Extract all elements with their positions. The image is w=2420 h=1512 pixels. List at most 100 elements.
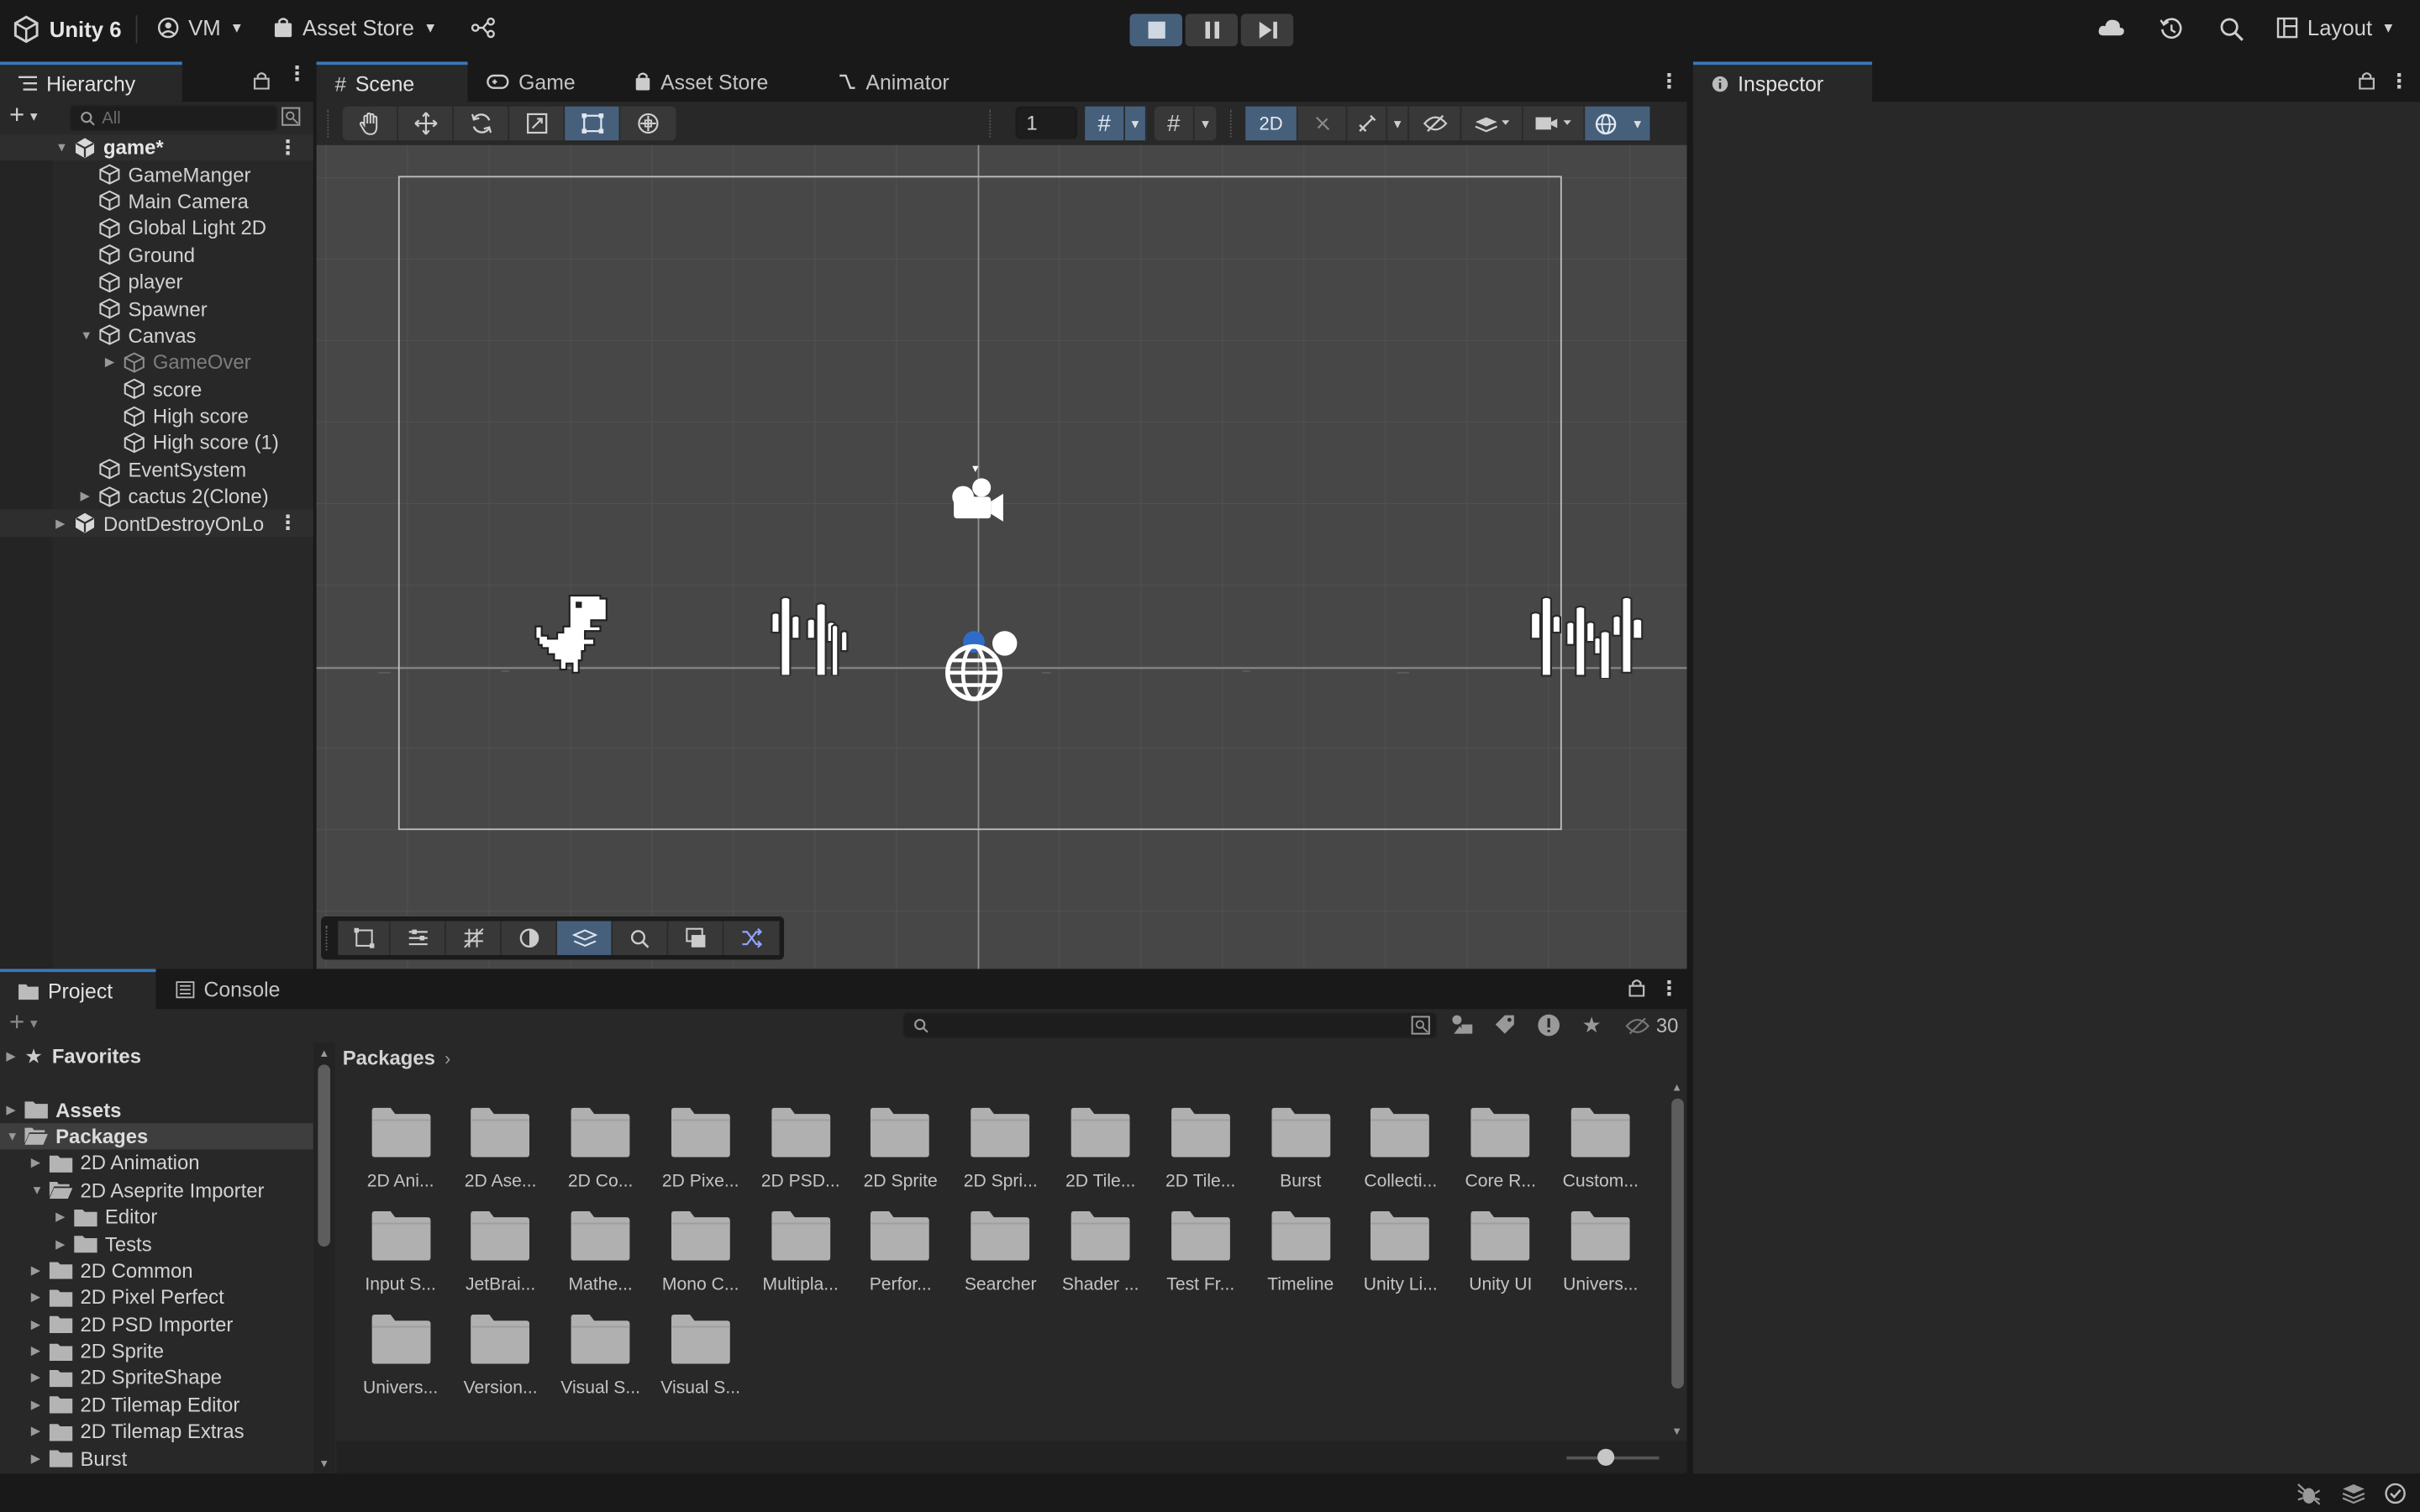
project-tree-item[interactable]: ▶ Burst [0,1445,313,1472]
lock-icon[interactable] [2359,71,2375,90]
gizmos-dropdown[interactable]: ▼ [1625,106,1650,141]
expand-arrow-icon[interactable]: ▼ [81,328,99,343]
toggle-2d-button[interactable]: 2D [1245,106,1298,141]
drag-handle[interactable] [989,109,992,138]
scroll-up-icon[interactable]: ▲ [313,1049,335,1060]
light-globe-gizmo-icon[interactable] [937,627,1023,704]
project-tree-item[interactable]: ▼ 2D Aseprite Importer [0,1177,313,1204]
more-options-icon[interactable]: ⋮ [287,63,308,83]
drag-handle[interactable] [325,926,332,951]
account-dropdown[interactable]: VM ▼ [157,15,244,40]
expand-arrow-icon[interactable]: ▶ [55,1236,74,1251]
project-tree-item[interactable]: ▶ 2D Pixel Perfect [0,1284,313,1310]
dontdestroy-row[interactable]: ▶ DontDestroyOnLo ⋮ [0,509,313,537]
expand-arrow-icon[interactable]: ▶ [31,1371,50,1385]
expand-arrow-icon[interactable]: ▶ [55,517,74,531]
package-folder[interactable]: JetBrai... [450,1210,550,1294]
project-tree-item[interactable]: ▶ ★ Favorites [0,1043,313,1070]
hierarchy-item[interactable]: player [0,269,313,296]
tab-inspector[interactable]: Inspector [1692,61,1872,102]
project-tree-item[interactable]: ▼ Packages [0,1122,313,1150]
expand-arrow-icon[interactable]: ▶ [6,1049,24,1063]
project-tree-item[interactable]: ▶ 2D Common [0,1257,313,1284]
hierarchy-item[interactable]: ▶ GameOver [0,349,313,375]
expand-arrow-icon[interactable]: ▶ [105,355,124,370]
overlay-shading-tool[interactable] [501,921,558,955]
hierarchy-item[interactable]: ▼ Canvas [0,322,313,349]
package-folder[interactable]: Visual S... [650,1314,750,1398]
camera-gizmo-icon[interactable] [941,459,1018,530]
project-tree-item[interactable]: ▶ Assets [0,1096,313,1123]
expand-arrow-icon[interactable]: ▶ [31,1263,50,1278]
history-icon[interactable] [2160,17,2184,41]
hierarchy-item[interactable]: EventSystem [0,456,313,483]
scroll-thumb[interactable] [1670,1098,1683,1389]
package-folder[interactable]: 2D Sprite [850,1107,950,1191]
effects-toggle[interactable] [1347,106,1388,141]
rect-tool[interactable] [565,106,621,141]
favorite-star-icon[interactable]: ★ [1582,1012,1602,1038]
cloud-icon[interactable] [2097,17,2125,39]
grid-visibility-button[interactable]: # [1085,106,1125,141]
package-folder[interactable]: Unity Li... [1350,1210,1450,1294]
project-tree-item[interactable]: ▶ 2D PSD Importer [0,1310,313,1337]
scroll-down-icon[interactable]: ▼ [313,1460,335,1471]
visibility-toggle[interactable] [1409,106,1462,141]
search-icon[interactable] [2219,17,2244,41]
tab-animator[interactable]: Animator [819,61,967,102]
project-search-input[interactable] [902,1011,1437,1039]
hierarchy-item[interactable]: High score [0,402,313,429]
more-options-icon[interactable]: ⋮ [1659,977,1679,1001]
overlay-search-tool[interactable] [613,921,669,955]
expand-arrow-icon[interactable]: ▼ [6,1129,24,1143]
camera-dropdown[interactable] [1523,106,1586,141]
package-folder[interactable]: 2D Tile... [1150,1107,1250,1191]
package-folder[interactable]: 2D Ase... [450,1107,550,1191]
layers-dropdown[interactable] [1461,106,1523,141]
project-tree-item[interactable]: ▶ Tests [0,1231,313,1257]
tab-asset-store[interactable]: Asset Store [616,61,786,102]
project-tree-item[interactable]: ▶ 2D Animation [0,1150,313,1177]
expand-arrow-icon[interactable]: ▶ [6,1102,24,1116]
scale-tool[interactable] [509,106,566,141]
expand-arrow-icon[interactable]: ▶ [31,1425,50,1439]
dinosaur-player-sprite[interactable] [529,592,610,675]
package-folder[interactable]: Mathe... [550,1210,650,1294]
cactus-clone-sprite[interactable] [1523,592,1660,680]
expand-arrow-icon[interactable]: ▶ [55,1210,74,1224]
more-options-icon[interactable]: ⋮ [278,135,298,160]
expand-arrow-icon[interactable]: ▶ [31,1398,50,1412]
package-folder[interactable]: Shader ... [1050,1210,1150,1294]
hierarchy-item[interactable]: Spawner [0,295,313,322]
package-folder[interactable]: Input S... [350,1210,450,1294]
cache-server-icon[interactable] [2341,1483,2365,1504]
package-folder[interactable]: Univers... [350,1314,450,1398]
scene-viewport[interactable] [316,144,1687,973]
scroll-down-icon[interactable]: ▼ [1667,1427,1687,1438]
package-folder[interactable]: Custom... [1550,1107,1650,1191]
step-button[interactable] [1240,13,1294,47]
project-create-dropdown[interactable]: + ▼ [9,1009,39,1035]
hierarchy-item[interactable]: Ground [0,242,313,269]
expand-arrow-icon[interactable]: ▶ [31,1156,50,1170]
effects-dropdown[interactable]: ▼ [1387,106,1409,141]
scene-row[interactable]: ▼ game* ⋮ [0,134,313,161]
lock-icon[interactable] [1628,978,1645,997]
package-folder[interactable]: Test Fr... [1150,1210,1250,1294]
project-tree-item[interactable]: ▶ 2D Tilemap Extras [0,1418,313,1445]
filter-by-issue-icon[interactable] [1537,1014,1560,1037]
expand-arrow-icon[interactable]: ▶ [31,1317,50,1331]
expand-arrow-icon[interactable]: ▶ [31,1290,50,1305]
overlay-rect-tool[interactable] [338,921,391,955]
tab-scene[interactable]: # Scene [316,61,468,102]
breadcrumb-packages[interactable]: Packages [343,1046,435,1069]
expand-arrow-icon[interactable]: ▶ [31,1452,50,1466]
package-folder[interactable]: 2D Ani... [350,1107,450,1191]
package-folder[interactable]: Collecti... [1350,1107,1450,1191]
expand-arrow-icon[interactable]: ▼ [31,1183,50,1197]
scroll-thumb[interactable] [318,1064,331,1247]
hierarchy-item[interactable]: ▶ cactus 2(Clone) [0,483,313,510]
stop-button[interactable] [1129,13,1182,47]
version-control-icon[interactable] [471,17,495,39]
package-folder[interactable]: Visual S... [550,1314,650,1398]
